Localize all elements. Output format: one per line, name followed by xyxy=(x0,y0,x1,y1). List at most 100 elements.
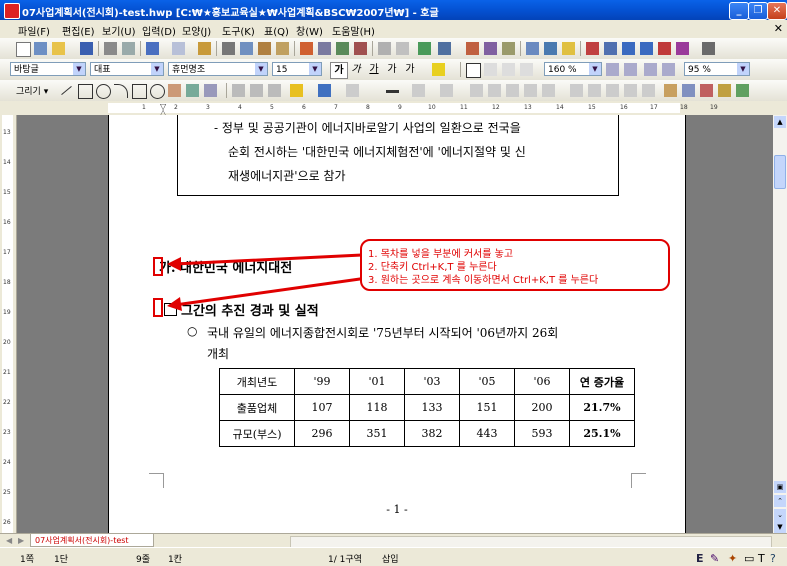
insert-image-icon[interactable] xyxy=(418,42,431,55)
ime-keyboard-icon[interactable]: ▭ xyxy=(744,552,754,565)
indent-icon[interactable] xyxy=(606,63,619,76)
order-icon-3[interactable] xyxy=(506,84,519,97)
select-tool-icon[interactable] xyxy=(232,84,245,97)
italic-button[interactable]: 가 xyxy=(348,62,364,77)
order-icon-5[interactable] xyxy=(542,84,555,97)
align-justify-icon[interactable] xyxy=(466,63,481,78)
vertical-ruler[interactable]: 13 14 15 16 17 18 19 20 21 22 23 24 25 2… xyxy=(0,115,17,533)
document-area[interactable]: - 정부 및 공공기관이 에너지바로알기 사업의 일환으로 전국을 순회 전시하… xyxy=(17,115,773,533)
dictionary-icon[interactable] xyxy=(526,42,539,55)
ellipse-tool-icon[interactable] xyxy=(96,84,111,99)
doc-close-icon[interactable]: ✕ xyxy=(774,22,783,35)
menu-tools[interactable]: 도구(K) xyxy=(222,23,255,38)
bullet-icon[interactable] xyxy=(354,42,367,55)
style-combo[interactable]: 바탕글 ▼ xyxy=(10,62,86,76)
line-tool-icon[interactable] xyxy=(61,85,72,96)
scroll-down-icon[interactable]: ▼ xyxy=(774,521,786,533)
align-obj-icon-1[interactable] xyxy=(570,84,583,97)
print-icon[interactable] xyxy=(104,42,117,55)
hyperlink-icon[interactable] xyxy=(378,42,391,55)
new-document-icon[interactable] xyxy=(16,42,31,57)
align-obj-icon-4[interactable] xyxy=(624,84,637,97)
pen-tool-icon[interactable] xyxy=(168,84,181,97)
line-style-icon[interactable] xyxy=(346,84,359,97)
options-icon[interactable] xyxy=(702,42,715,55)
hwp-app-icon[interactable] xyxy=(4,3,20,19)
insert-table-icon[interactable] xyxy=(438,42,451,55)
line-color-icon[interactable] xyxy=(290,84,303,97)
rect-tool-icon[interactable] xyxy=(78,84,93,99)
arrow-style-icon[interactable] xyxy=(412,84,425,97)
group-tool-icon[interactable] xyxy=(250,84,263,97)
bookmark-icon[interactable] xyxy=(396,42,409,55)
font-lang-combo[interactable]: 대표 ▼ xyxy=(90,62,164,76)
fill-color-icon[interactable] xyxy=(318,84,331,97)
menu-format[interactable]: 모양(J) xyxy=(182,23,211,38)
redo-icon[interactable] xyxy=(172,42,185,55)
order-icon-4[interactable] xyxy=(524,84,537,97)
paste-icon[interactable] xyxy=(258,42,271,55)
ime-pen-icon[interactable]: ✎ xyxy=(710,552,719,565)
print-preview-icon[interactable] xyxy=(122,42,135,55)
ime-cursor-icon[interactable]: T xyxy=(758,552,765,565)
template-icon[interactable] xyxy=(34,42,47,55)
zoom-combo[interactable]: 95 % ▼ xyxy=(684,62,750,76)
insert-chart-icon[interactable] xyxy=(466,42,479,55)
cut-icon[interactable] xyxy=(222,42,235,55)
style-icon[interactable] xyxy=(336,42,349,55)
close-button[interactable]: ✕ xyxy=(767,2,787,20)
superscript-button[interactable]: 가 xyxy=(384,62,400,77)
format-painter-icon[interactable] xyxy=(276,42,289,55)
polygon-tool-icon[interactable] xyxy=(132,84,147,99)
bullet-list-icon[interactable] xyxy=(662,63,675,76)
drawing-label[interactable]: 그리기 ▾ xyxy=(16,84,48,97)
line-spacing-combo[interactable]: 160 % ▼ xyxy=(544,62,602,76)
web-icon[interactable] xyxy=(544,42,557,55)
numbering-icon[interactable] xyxy=(644,63,657,76)
menu-view[interactable]: 보기(U) xyxy=(102,23,136,38)
horizontal-ruler[interactable]: ▽ △ 1 2 3 4 5 6 7 8 9 10 11 12 13 14 15 … xyxy=(0,101,787,117)
draw-icon[interactable] xyxy=(484,42,497,55)
char-shape-icon[interactable] xyxy=(300,42,313,55)
scroll-up-icon[interactable]: ▲ xyxy=(774,116,786,128)
line-thickness-icon[interactable] xyxy=(386,90,399,93)
view-icon-5[interactable] xyxy=(658,42,671,55)
save-icon[interactable] xyxy=(80,42,93,55)
rotate-tool-icon[interactable] xyxy=(268,84,281,97)
tab-prev-icon[interactable]: ◀ xyxy=(6,536,12,545)
menu-window[interactable]: 창(W) xyxy=(296,23,323,38)
memo-icon[interactable] xyxy=(562,42,575,55)
undo-icon[interactable] xyxy=(146,42,159,55)
formula-icon[interactable] xyxy=(502,42,515,55)
misc-icon-4[interactable] xyxy=(718,84,731,97)
outdent-icon[interactable] xyxy=(624,63,637,76)
view-icon-1[interactable] xyxy=(586,42,599,55)
ime-tool-icon[interactable]: ✦ xyxy=(728,552,737,565)
copy-icon[interactable] xyxy=(240,42,253,55)
para-shape-icon[interactable] xyxy=(318,42,331,55)
curve-tool-icon[interactable] xyxy=(150,84,165,99)
bold-button[interactable]: 가 xyxy=(330,62,348,79)
arc-tool-icon[interactable] xyxy=(114,84,128,98)
align-left-icon[interactable] xyxy=(484,63,497,76)
misc-icon-3[interactable] xyxy=(700,84,713,97)
open-folder-icon[interactable] xyxy=(52,42,65,55)
find-icon[interactable] xyxy=(198,42,211,55)
font-name-combo[interactable]: 휴먼명조 ▼ xyxy=(168,62,268,76)
order-icon-1[interactable] xyxy=(470,84,483,97)
align-obj-icon-5[interactable] xyxy=(642,84,655,97)
menu-help[interactable]: 도움말(H) xyxy=(332,23,375,38)
prev-page-icon[interactable]: ⌃ xyxy=(774,495,786,507)
menu-table[interactable]: 표(Q) xyxy=(264,23,289,38)
menu-file[interactable]: 파일(F) xyxy=(18,23,50,38)
help-icon[interactable]: ? xyxy=(770,552,776,565)
misc-icon-2[interactable] xyxy=(682,84,695,97)
text-color-icon[interactable] xyxy=(432,63,445,76)
menu-edit[interactable]: 편집(E) xyxy=(62,23,95,38)
misc-icon-1[interactable] xyxy=(664,84,677,97)
view-icon-2[interactable] xyxy=(604,42,617,55)
underline-button[interactable]: 가 xyxy=(366,62,382,77)
shadow-icon[interactable] xyxy=(440,84,453,97)
image-tool-icon[interactable] xyxy=(186,84,199,97)
menu-insert[interactable]: 입력(D) xyxy=(142,23,176,38)
